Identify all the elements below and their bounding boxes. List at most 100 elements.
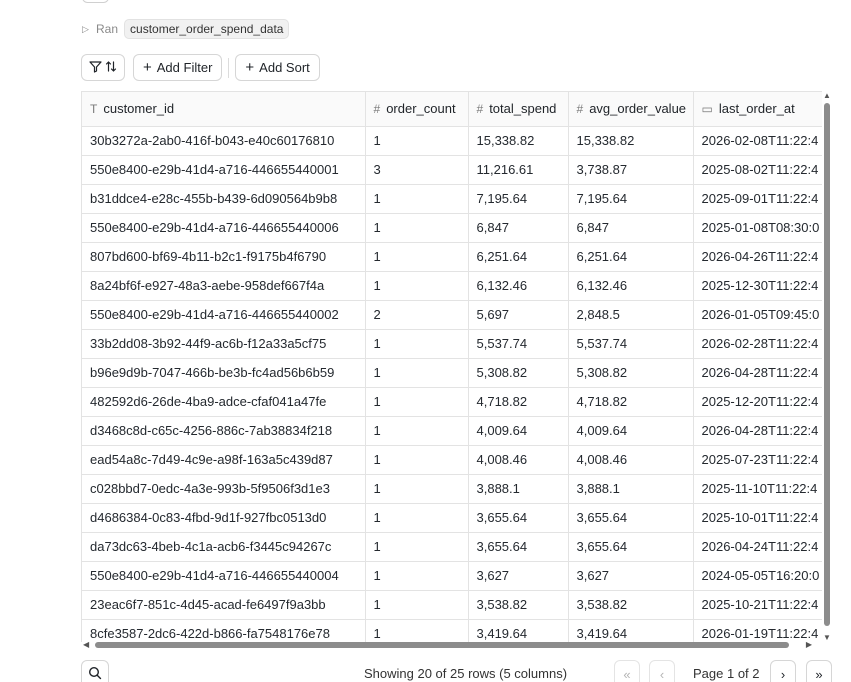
cell-order-count[interactable]: 1 — [365, 387, 469, 417]
cell-customer-id[interactable]: 8a24bf6f-e927-48a3-aebe-958def667f4a — [82, 271, 366, 301]
table-row[interactable]: b96e9d9b-7047-466b-be3b-fc4ad56b6b59 1 5,3… — [82, 358, 822, 388]
cell-order-count[interactable]: 1 — [365, 213, 469, 243]
cell-avg-order-value[interactable]: 3,888.1 — [568, 474, 694, 504]
table-row[interactable]: 550e8400-e29b-41d4-a716-446655440002 2 5,6… — [82, 300, 822, 330]
cell-last-order-at[interactable]: 2026-02-28T11:22:4 — [693, 329, 822, 359]
scroll-right-arrow-icon[interactable]: ▶ — [806, 640, 812, 649]
cell-last-order-at[interactable]: 2025-12-30T11:22:4 — [693, 271, 822, 301]
cell-order-count[interactable]: 1 — [365, 358, 469, 388]
expand-caret-icon[interactable]: ▷ — [82, 24, 92, 35]
table-row[interactable]: 550e8400-e29b-41d4-a716-446655440001 3 11,… — [82, 155, 822, 185]
cell-avg-order-value[interactable]: 3,538.82 — [568, 590, 694, 620]
cell-avg-order-value[interactable]: 6,847 — [568, 213, 694, 243]
table-row[interactable]: c028bbd7-0edc-4a3e-993b-5f9506f3d1e3 1 3,8… — [82, 474, 822, 504]
cell-avg-order-value[interactable]: 6,251.64 — [568, 242, 694, 272]
cell-last-order-at[interactable]: 2026-04-28T11:22:4 — [693, 416, 822, 446]
filter-sort-toggle-button[interactable] — [81, 54, 125, 81]
cell-last-order-at[interactable]: 2026-02-08T11:22:4 — [693, 126, 822, 156]
cell-order-count[interactable]: 1 — [365, 445, 469, 475]
add-sort-button[interactable]: + Add Sort — [235, 54, 320, 81]
cell-total-spend[interactable]: 3,627 — [468, 561, 569, 591]
cell-order-count[interactable]: 1 — [365, 416, 469, 446]
cell-customer-id[interactable]: 550e8400-e29b-41d4-a716-446655440002 — [82, 300, 366, 330]
cell-order-count[interactable]: 2 — [365, 300, 469, 330]
cell-customer-id[interactable]: 807bd600-bf69-4b11-b2c1-f9175b4f6790 — [82, 242, 366, 272]
cell-last-order-at[interactable]: 2025-12-20T11:22:4 — [693, 387, 822, 417]
cell-avg-order-value[interactable]: 3,655.64 — [568, 532, 694, 562]
cell-last-order-at[interactable]: 2026-01-05T09:45:0 — [693, 300, 822, 330]
vertical-scroll-thumb[interactable] — [824, 103, 830, 626]
previous-page-button[interactable]: ‹ — [649, 660, 675, 682]
scroll-up-arrow-icon[interactable]: ▲ — [823, 91, 831, 100]
scroll-down-arrow-icon[interactable]: ▼ — [823, 633, 831, 642]
cell-avg-order-value[interactable]: 3,738.87 — [568, 155, 694, 185]
cell-avg-order-value[interactable]: 15,338.82 — [568, 126, 694, 156]
cell-last-order-at[interactable]: 2024-05-05T16:20:0 — [693, 561, 822, 591]
cell-order-count[interactable]: 1 — [365, 590, 469, 620]
table-row[interactable]: 23eac6f7-851c-4d45-acad-fe6497f9a3bb 1 3,5… — [82, 590, 822, 620]
cell-avg-order-value[interactable]: 3,655.64 — [568, 503, 694, 533]
cell-total-spend[interactable]: 3,419.64 — [468, 619, 569, 642]
cell-total-spend[interactable]: 3,655.64 — [468, 503, 569, 533]
cell-customer-id[interactable]: 550e8400-e29b-41d4-a716-446655440004 — [82, 561, 366, 591]
first-page-button[interactable]: « — [614, 660, 640, 682]
cell-total-spend[interactable]: 5,697 — [468, 300, 569, 330]
cell-order-count[interactable]: 1 — [365, 271, 469, 301]
cell-avg-order-value[interactable]: 4,718.82 — [568, 387, 694, 417]
cell-customer-id[interactable]: d4686384-0c83-4fbd-9d1f-927fbc0513d0 — [82, 503, 366, 533]
cell-customer-id[interactable]: 550e8400-e29b-41d4-a716-446655440006 — [82, 213, 366, 243]
cell-customer-id[interactable]: da73dc63-4beb-4c1a-acb6-f3445c94267c — [82, 532, 366, 562]
table-row[interactable]: 33b2dd08-3b92-44f9-ac6b-f12a33a5cf75 1 5,5… — [82, 329, 822, 359]
cell-avg-order-value[interactable]: 6,132.46 — [568, 271, 694, 301]
cell-total-spend[interactable]: 3,655.64 — [468, 532, 569, 562]
cell-avg-order-value[interactable]: 3,419.64 — [568, 619, 694, 642]
cell-order-count[interactable]: 1 — [365, 184, 469, 214]
cell-last-order-at[interactable]: 2026-04-24T11:22:4 — [693, 532, 822, 562]
query-name-chip[interactable]: customer_order_spend_data — [124, 19, 290, 39]
cell-avg-order-value[interactable]: 4,008.46 — [568, 445, 694, 475]
cell-order-count[interactable]: 1 — [365, 126, 469, 156]
column-header-avg-order-value[interactable]: # avg_order_value — [568, 92, 694, 127]
cell-avg-order-value[interactable]: 5,308.82 — [568, 358, 694, 388]
cell-last-order-at[interactable]: 2025-10-21T11:22:4 — [693, 590, 822, 620]
next-page-button[interactable]: › — [770, 660, 796, 682]
cell-total-spend[interactable]: 3,538.82 — [468, 590, 569, 620]
results-table-viewport[interactable]: Tcustomer_id # order_count # total_spend # avg… — [81, 91, 822, 642]
cell-avg-order-value[interactable]: 7,195.64 — [568, 184, 694, 214]
cell-customer-id[interactable]: 550e8400-e29b-41d4-a716-446655440001 — [82, 155, 366, 185]
cell-last-order-at[interactable]: 2025-07-23T11:22:4 — [693, 445, 822, 475]
cell-order-count[interactable]: 3 — [365, 155, 469, 185]
table-row[interactable]: 30b3272a-2ab0-416f-b043-e40c60176810 1 15,… — [82, 126, 822, 156]
table-row[interactable]: 550e8400-e29b-41d4-a716-446655440004 1 3,6… — [82, 561, 822, 591]
table-row[interactable]: 807bd600-bf69-4b11-b2c1-f9175b4f6790 1 6,2… — [82, 242, 822, 272]
column-header-order-count[interactable]: # order_count — [365, 92, 469, 127]
table-row[interactable]: d4686384-0c83-4fbd-9d1f-927fbc0513d0 1 3,6… — [82, 503, 822, 533]
vertical-scrollbar[interactable]: ▲ ▼ — [822, 91, 832, 642]
cell-order-count[interactable]: 1 — [365, 474, 469, 504]
cell-total-spend[interactable]: 4,009.64 — [468, 416, 569, 446]
cell-avg-order-value[interactable]: 4,009.64 — [568, 416, 694, 446]
table-row[interactable]: da73dc63-4beb-4c1a-acb6-f3445c94267c 1 3,6… — [82, 532, 822, 562]
table-row[interactable]: 550e8400-e29b-41d4-a716-446655440006 1 6,8… — [82, 213, 822, 243]
cell-last-order-at[interactable]: 2025-10-01T11:22:4 — [693, 503, 822, 533]
cell-customer-id[interactable]: ead54a8c-7d49-4c9e-a98f-163a5c439d87 — [82, 445, 366, 475]
table-row[interactable]: 8a24bf6f-e927-48a3-aebe-958def667f4a 1 6,1… — [82, 271, 822, 301]
last-page-button[interactable]: » — [806, 660, 832, 682]
column-header-customer-id[interactable]: Tcustomer_id — [82, 92, 366, 127]
cell-last-order-at[interactable]: 2025-11-10T11:22:4 — [693, 474, 822, 504]
table-search-button[interactable] — [81, 660, 109, 682]
cell-customer-id[interactable]: b96e9d9b-7047-466b-be3b-fc4ad56b6b59 — [82, 358, 366, 388]
cell-total-spend[interactable]: 3,888.1 — [468, 474, 569, 504]
run-status[interactable]: ▷ Ran customer_order_spend_data — [82, 18, 290, 40]
cell-order-count[interactable]: 1 — [365, 503, 469, 533]
cell-order-count[interactable]: 1 — [365, 242, 469, 272]
horizontal-scrollbar[interactable]: ◀ ▶ — [81, 640, 822, 650]
cell-total-spend[interactable]: 5,308.82 — [468, 358, 569, 388]
cell-total-spend[interactable]: 6,251.64 — [468, 242, 569, 272]
table-row[interactable]: d3468c8d-c65c-4256-886c-7ab38834f218 1 4,0… — [82, 416, 822, 446]
table-row[interactable]: ead54a8c-7d49-4c9e-a98f-163a5c439d87 1 4,0… — [82, 445, 822, 475]
scroll-left-arrow-icon[interactable]: ◀ — [83, 640, 89, 649]
table-row[interactable]: b31ddce4-e28c-455b-b439-6d090564b9b8 1 7,1… — [82, 184, 822, 214]
cell-avg-order-value[interactable]: 3,627 — [568, 561, 694, 591]
cell-customer-id[interactable]: 30b3272a-2ab0-416f-b043-e40c60176810 — [82, 126, 366, 156]
